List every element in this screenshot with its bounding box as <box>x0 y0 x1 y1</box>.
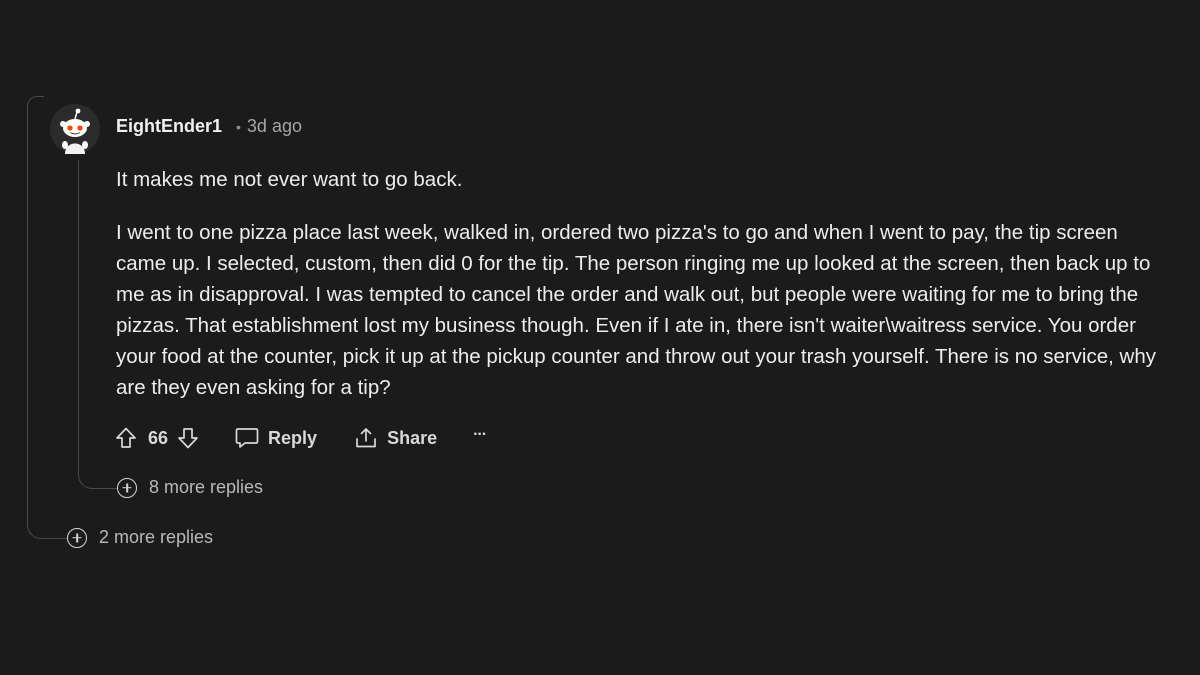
reply-label: Reply <box>268 427 318 448</box>
comment-paragraph: I went to one pizza place last week, wal… <box>116 221 1156 399</box>
arrow-up-outline-icon <box>116 427 136 448</box>
upvote-button[interactable] <box>114 426 138 450</box>
share-label: Share <box>387 427 438 448</box>
overflow-menu-button[interactable]: ··· <box>473 426 487 447</box>
reply-button[interactable]: Reply <box>234 426 317 450</box>
meta-separator: • <box>236 118 241 135</box>
arrow-down-outline-icon <box>178 428 198 449</box>
more-replies-label: 2 more replies <box>99 527 214 547</box>
more-replies-nested[interactable]: 8 more replies <box>117 477 263 498</box>
speech-bubble-icon <box>235 428 259 448</box>
author-username[interactable]: EightEnder1 <box>116 116 222 137</box>
more-options-icon: ··· <box>473 426 487 443</box>
parent-thread-line[interactable] <box>27 106 68 539</box>
comment-action-bar: 66 Reply Share ··· <box>114 422 487 454</box>
avatar[interactable] <box>50 104 100 154</box>
comment-timestamp[interactable]: 3d ago <box>247 116 302 137</box>
share-button[interactable]: Share <box>353 426 437 450</box>
more-replies-parent[interactable]: 2 more replies <box>67 527 213 548</box>
comment-thread-line[interactable] <box>78 160 119 489</box>
downvote-button[interactable] <box>176 426 200 450</box>
more-replies-label: 8 more replies <box>149 477 264 497</box>
snoo-avatar-icon <box>50 104 100 154</box>
vote-count: 66 <box>148 427 169 448</box>
share-upload-icon <box>356 428 376 448</box>
comment-meta: EightEnder1 • 3d ago <box>116 116 302 137</box>
expand-plus-icon <box>117 477 137 498</box>
comment-body: It makes me not ever want to go back. I … <box>116 164 1156 425</box>
expand-plus-icon <box>67 527 87 548</box>
comment-paragraph: It makes me not ever want to go back. <box>116 168 463 191</box>
